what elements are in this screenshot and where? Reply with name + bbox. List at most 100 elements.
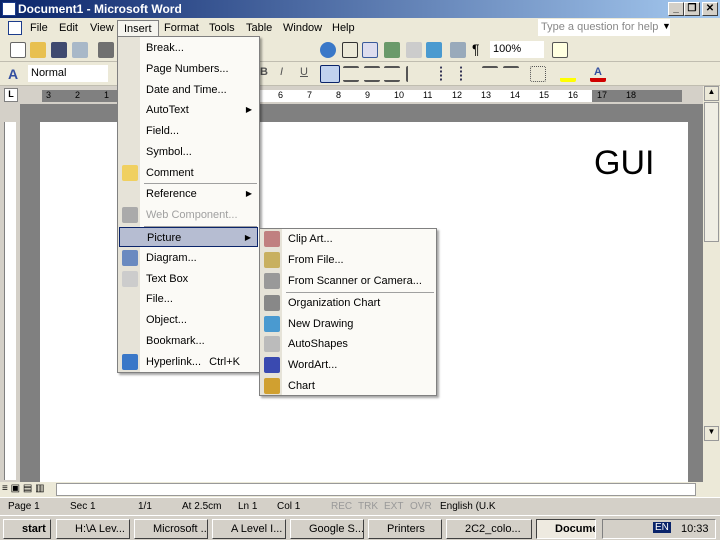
highlight-icon[interactable]	[560, 66, 576, 82]
menu-help[interactable]: Help	[326, 20, 361, 37]
help-search-input[interactable]: Type a question for help	[538, 19, 670, 36]
menu-item-text-box[interactable]: Text Box	[119, 269, 258, 289]
view-buttons[interactable]: ≡ ▣ ▤ ▥	[2, 483, 45, 494]
help-icon[interactable]	[552, 42, 568, 58]
menu-item-picture[interactable]: Picture ▶	[119, 227, 258, 247]
open-icon[interactable]	[30, 42, 46, 58]
tables-borders-icon[interactable]	[342, 42, 358, 58]
hscroll-thumb[interactable]	[56, 483, 696, 496]
menu-window[interactable]: Window	[277, 20, 328, 37]
menu-item-label: Hyperlink...	[146, 356, 202, 368]
line-spacing-icon[interactable]	[406, 66, 422, 82]
columns-icon[interactable]	[406, 42, 422, 58]
menu-file[interactable]: File	[24, 20, 54, 37]
align-right-icon[interactable]	[364, 66, 380, 82]
styles-icon[interactable]: A	[8, 66, 24, 82]
menu-insert[interactable]: Insert	[117, 20, 159, 37]
menu-item-label: Web Component...	[146, 209, 238, 221]
horizontal-scrollbar[interactable]: ≡ ▣ ▤ ▥	[0, 482, 720, 497]
menu-edit[interactable]: Edit	[53, 20, 84, 37]
drawing-icon[interactable]	[426, 42, 442, 58]
menu-item-reference[interactable]: Reference ▶	[119, 184, 258, 204]
scroll-up-button[interactable]: ▲	[704, 86, 719, 101]
menu-item-bookmark[interactable]: Bookmark...	[119, 331, 258, 351]
help-dropdown-icon[interactable]: ▼	[662, 21, 671, 31]
vertical-ruler[interactable]	[4, 122, 16, 480]
clip-art-icon	[264, 231, 280, 247]
italic-button[interactable]: I	[280, 66, 283, 78]
menu-item-autotext[interactable]: AutoText ▶	[119, 100, 258, 120]
status-ovr[interactable]: OVR	[410, 498, 432, 516]
document-map-icon[interactable]	[450, 42, 466, 58]
numbering-icon[interactable]	[440, 66, 456, 82]
taskbar-item[interactable]: Microsoft ...	[134, 519, 208, 539]
taskbar-item-active[interactable]: Docume...	[536, 519, 596, 539]
minimize-button[interactable]: _	[668, 2, 684, 16]
show-hide-button[interactable]: ¶	[472, 41, 480, 57]
center-icon[interactable]	[343, 66, 359, 82]
menu-item-field[interactable]: Field...	[119, 121, 258, 141]
border-icon[interactable]	[530, 66, 546, 82]
save-icon[interactable]	[51, 42, 67, 58]
status-ext[interactable]: EXT	[384, 498, 403, 516]
taskbar-item[interactable]: A Level I...	[212, 519, 286, 539]
menu-format[interactable]: Format	[158, 20, 205, 37]
menu-item-file[interactable]: File...	[119, 289, 258, 309]
menu-item-hyperlink[interactable]: Hyperlink... Ctrl+K	[119, 352, 258, 372]
menu-table[interactable]: Table	[240, 20, 278, 37]
scroll-thumb[interactable]	[704, 102, 719, 242]
new-icon[interactable]	[10, 42, 26, 58]
scroll-down-button[interactable]: ▼	[704, 426, 719, 441]
vertical-scrollbar[interactable]: ▲ ▼	[703, 86, 720, 482]
menu-item-diagram[interactable]: Diagram...	[119, 248, 258, 268]
increase-indent-icon[interactable]	[503, 66, 519, 82]
decrease-indent-icon[interactable]	[482, 66, 498, 82]
tab-selector[interactable]: L	[4, 88, 18, 102]
window-title: Document1 - Microsoft Word	[18, 2, 182, 16]
menu-item-from-scanner-or-camera[interactable]: From Scanner or Camera...	[261, 271, 435, 291]
insert-table-icon[interactable]	[362, 42, 378, 58]
taskbar-item[interactable]: H:\A Lev...	[56, 519, 130, 539]
permission-icon[interactable]	[72, 42, 88, 58]
zoom-select[interactable]: 100%	[490, 41, 544, 58]
status-bar: Page 1 Sec 1 1/1 At 2.5cm Ln 1 Col 1 REC…	[0, 497, 720, 515]
menu-item-chart[interactable]: Chart	[261, 376, 435, 396]
status-trk[interactable]: TRK	[358, 498, 378, 516]
bold-button[interactable]: B	[260, 66, 268, 78]
menu-item-organization-chart[interactable]: Organization Chart	[261, 293, 435, 313]
ruler-tick-label: 7	[307, 90, 313, 100]
justify-icon[interactable]	[384, 66, 400, 82]
menu-view[interactable]: View	[84, 20, 120, 37]
language-indicator[interactable]: EN	[653, 522, 671, 533]
style-select[interactable]: Normal	[28, 65, 108, 82]
menu-item-new-drawing[interactable]: New Drawing	[261, 314, 435, 334]
taskbar-item[interactable]: 2C2_colo...	[446, 519, 532, 539]
text-box-icon	[122, 271, 138, 287]
menu-item-wordart[interactable]: WordArt...	[261, 355, 435, 375]
menu-item-comment[interactable]: Comment	[119, 163, 258, 183]
submenu-arrow-icon: ▶	[245, 105, 252, 114]
restore-button[interactable]: ❐	[684, 2, 700, 16]
menu-item-from-file[interactable]: From File...	[261, 250, 435, 270]
menu-item-object[interactable]: Object...	[119, 310, 258, 330]
menu-item-break[interactable]: Break...	[119, 38, 258, 58]
font-color-icon[interactable]: A	[590, 66, 606, 82]
menu-item-date-and-time[interactable]: Date and Time...	[119, 80, 258, 100]
menu-item-autoshapes[interactable]: AutoShapes	[261, 334, 435, 354]
underline-button[interactable]: U	[300, 66, 308, 78]
status-rec[interactable]: REC	[331, 498, 352, 516]
insert-hyperlink-icon[interactable]	[320, 42, 336, 58]
bullets-icon[interactable]	[460, 66, 476, 82]
start-button[interactable]: start	[3, 519, 51, 539]
taskbar-item[interactable]: Printers	[368, 519, 442, 539]
print-icon[interactable]	[98, 42, 114, 58]
close-button[interactable]: ✕	[702, 2, 718, 16]
menu-item-web-component[interactable]: Web Component...	[119, 205, 258, 225]
menu-item-symbol[interactable]: Symbol...	[119, 142, 258, 162]
taskbar-item[interactable]: Google S...	[290, 519, 364, 539]
menu-tools[interactable]: Tools	[203, 20, 241, 37]
menu-item-clip-art[interactable]: Clip Art...	[261, 229, 435, 249]
menu-item-page-numbers[interactable]: Page Numbers...	[119, 59, 258, 79]
align-left-icon[interactable]	[320, 65, 340, 83]
insert-excel-icon[interactable]	[384, 42, 400, 58]
